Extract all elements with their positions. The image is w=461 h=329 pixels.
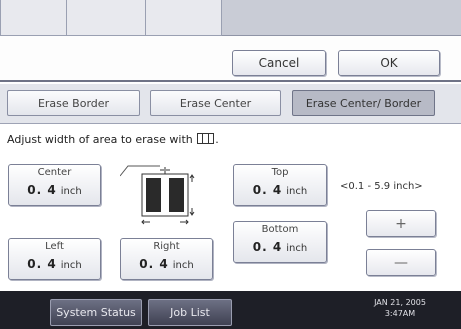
right-label: Right	[153, 241, 180, 252]
center-value: 0. 4	[27, 183, 57, 197]
top-tab-3[interactable]	[145, 0, 222, 36]
right-unit: inch	[172, 260, 194, 271]
tab-erase-border[interactable]: Erase Border	[7, 90, 140, 116]
center-unit: inch	[60, 186, 82, 197]
instruction-after: .	[215, 133, 219, 146]
bottom-width-button[interactable]: Bottom 0. 4 inch	[233, 221, 327, 263]
bottom-label: Bottom	[261, 224, 299, 235]
instruction-text: Adjust width of area to erase with .	[7, 133, 219, 146]
job-list-button[interactable]: Job List	[148, 299, 232, 326]
tab-erase-center[interactable]: Erase Center	[150, 90, 281, 116]
center-label: Center	[37, 167, 72, 178]
date-text: JAN 21, 2005	[374, 298, 426, 307]
bottom-unit: inch	[286, 243, 308, 254]
top-value: 0. 4	[252, 183, 283, 197]
tab-erase-center-border[interactable]: Erase Center/ Border	[292, 90, 435, 116]
top-unit: inch	[286, 186, 308, 197]
center-width-button[interactable]: Center 0. 4 inch	[8, 164, 101, 206]
top-label: Top	[271, 167, 289, 178]
bottom-value: 0. 4	[252, 240, 283, 254]
top-width-button[interactable]: Top 0. 4 inch	[233, 164, 327, 206]
right-width-button[interactable]: Right 0. 4 inch	[120, 238, 213, 280]
cancel-button[interactable]: Cancel	[232, 50, 326, 76]
decrease-button[interactable]: —	[366, 249, 436, 276]
system-status-button[interactable]: System Status	[50, 299, 142, 326]
top-tab-1[interactable]	[0, 0, 68, 36]
instruction-before: Adjust width of area to erase with	[7, 133, 193, 146]
left-label: Left	[45, 241, 64, 252]
time-text: 3:47AM	[384, 309, 416, 318]
date-time: JAN 21, 2005 3:47AM	[370, 297, 430, 319]
range-text: <0.1 - 5.9 inch>	[340, 181, 423, 192]
left-value: 0. 4	[27, 257, 57, 271]
erase-area-icon	[197, 133, 215, 144]
right-value: 0. 4	[139, 257, 169, 271]
erase-diagram-icon	[120, 165, 195, 225]
left-width-button[interactable]: Left 0. 4 inch	[8, 238, 101, 280]
ok-button[interactable]: OK	[338, 50, 440, 76]
left-unit: inch	[60, 260, 82, 271]
increase-button[interactable]: +	[366, 210, 436, 237]
top-tab-2[interactable]	[66, 0, 146, 36]
